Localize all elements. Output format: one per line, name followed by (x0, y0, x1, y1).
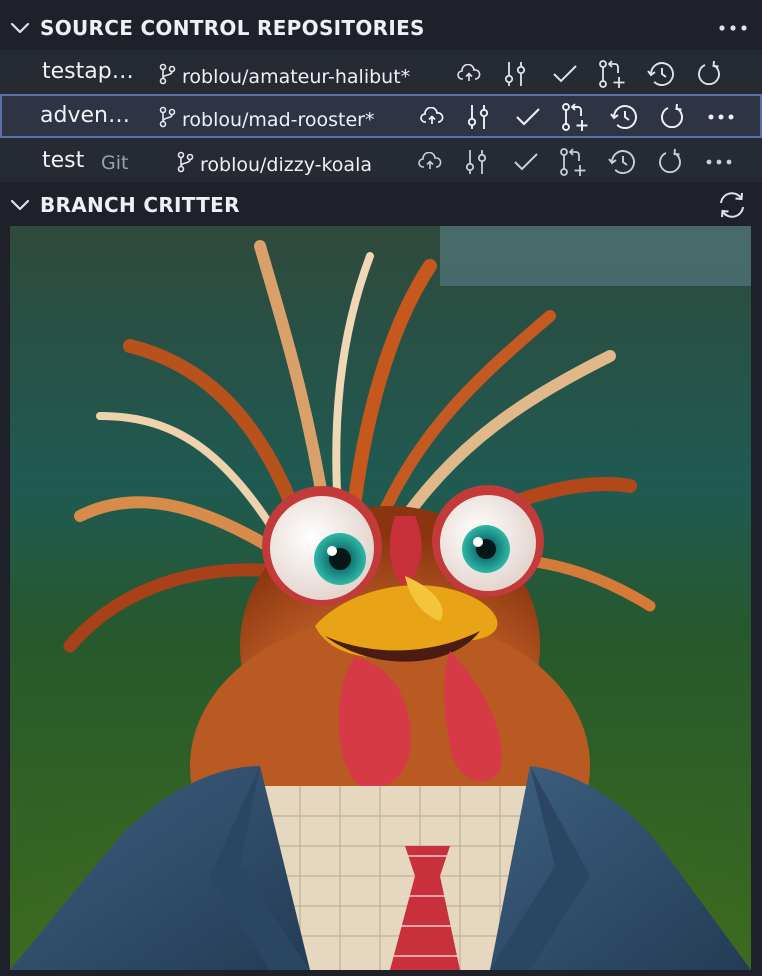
critter-section-header[interactable]: BRANCH CRITTER (0, 183, 762, 227)
cloud-upload-icon[interactable] (417, 102, 447, 132)
source-control-icon[interactable] (500, 59, 530, 89)
history-icon[interactable] (607, 147, 637, 177)
git-pull-request-create-icon[interactable] (558, 147, 588, 177)
git-pull-request-create-icon[interactable] (597, 59, 627, 89)
refresh-icon[interactable] (657, 102, 687, 132)
repo-branch[interactable]: roblou/dizzy-koala (176, 151, 372, 178)
repositories-section-title: SOURCE CONTROL REPOSITORIES (40, 16, 425, 40)
history-icon[interactable] (609, 102, 639, 132)
repo-name: testap… (42, 59, 134, 84)
git-branch-icon (176, 151, 194, 178)
refresh-icon[interactable] (694, 59, 724, 89)
branch-critter-image (10, 226, 751, 970)
repo-name: adven… (40, 103, 130, 128)
repo-name: test (42, 148, 85, 173)
repo-row-test[interactable]: test Git roblou/dizzy-koala (0, 138, 762, 182)
branch-label: roblou/amateur-halibut* (182, 65, 411, 88)
check-icon[interactable] (511, 147, 541, 177)
git-branch-icon (158, 106, 176, 133)
git-branch-icon (158, 63, 176, 90)
chevron-down-icon[interactable] (0, 198, 40, 212)
cloud-upload-icon[interactable] (415, 147, 445, 177)
ellipsis-icon[interactable] (704, 147, 734, 177)
repo-branch[interactable]: roblou/mad-rooster* (158, 106, 375, 133)
git-pull-request-create-icon[interactable] (560, 102, 590, 132)
ellipsis-icon[interactable] (718, 6, 748, 50)
ellipsis-icon[interactable] (706, 102, 736, 132)
branch-label: roblou/dizzy-koala (200, 153, 372, 176)
sync-icon[interactable] (716, 183, 748, 227)
history-icon[interactable] (646, 59, 676, 89)
cloud-upload-icon[interactable] (454, 59, 484, 89)
repo-provider: Git (101, 152, 129, 174)
source-control-icon[interactable] (461, 147, 491, 177)
repo-row-testapp[interactable]: testap… roblou/amateur-halibut* (0, 50, 762, 94)
repositories-section-header[interactable]: SOURCE CONTROL REPOSITORIES (0, 6, 762, 50)
repo-branch[interactable]: roblou/amateur-halibut* (158, 63, 410, 90)
check-icon[interactable] (550, 59, 580, 89)
critter-section-title: BRANCH CRITTER (40, 193, 240, 217)
check-icon[interactable] (513, 102, 543, 132)
branch-label: roblou/mad-rooster* (182, 108, 375, 131)
panel-bottom-edge (0, 970, 762, 976)
refresh-icon[interactable] (655, 147, 685, 177)
source-control-icon[interactable] (463, 102, 493, 132)
chevron-down-icon[interactable] (0, 21, 40, 35)
repo-row-adventure[interactable]: adven… roblou/mad-rooster* (0, 94, 762, 138)
